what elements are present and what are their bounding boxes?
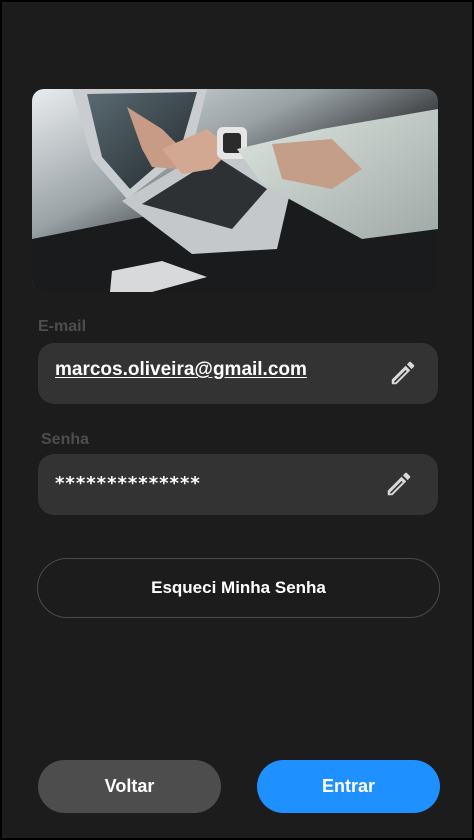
pencil-icon[interactable] — [388, 358, 418, 388]
laptop-photo — [32, 89, 438, 292]
password-field[interactable]: ************** — [38, 454, 438, 515]
hero-image — [32, 89, 438, 292]
password-label: Senha — [41, 431, 90, 448]
back-button[interactable]: Voltar — [38, 760, 221, 813]
password-value[interactable]: ************** — [55, 473, 201, 494]
enter-button[interactable]: Entrar — [257, 760, 440, 813]
email-field[interactable]: marcos.oliveira@gmail.com — [38, 343, 438, 404]
forgot-password-button[interactable]: Esqueci Minha Senha — [37, 558, 440, 618]
pencil-icon[interactable] — [384, 469, 414, 499]
email-label: E-mail — [38, 318, 87, 335]
email-value[interactable]: marcos.oliveira@gmail.com — [55, 359, 307, 381]
login-screen: E-mail marcos.oliveira@gmail.com Senha *… — [0, 0, 474, 840]
